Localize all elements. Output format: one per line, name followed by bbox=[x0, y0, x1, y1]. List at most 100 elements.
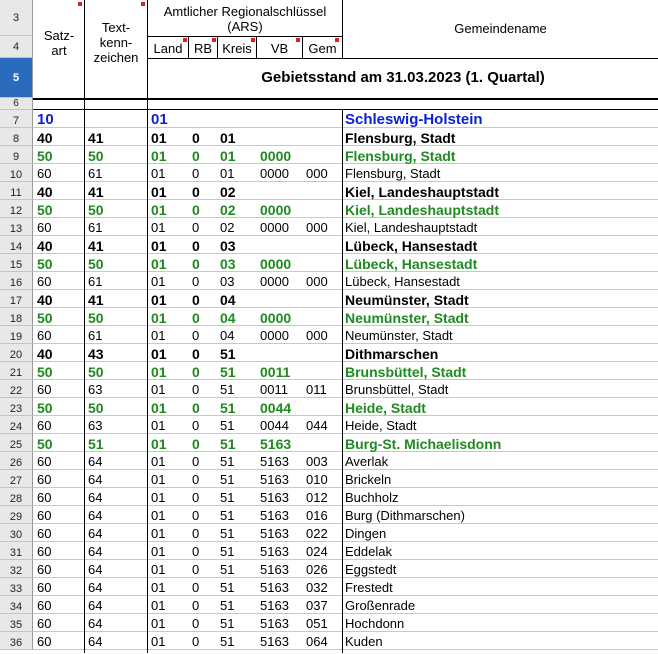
cell-vb[interactable]: 0000 bbox=[260, 327, 289, 345]
row-header[interactable]: 16 bbox=[0, 272, 33, 290]
cell-kreis[interactable]: 51 bbox=[220, 615, 234, 633]
cell-rb[interactable]: 0 bbox=[192, 471, 199, 489]
cell-land[interactable]: 01 bbox=[151, 309, 167, 327]
cell-satz[interactable]: 60 bbox=[37, 453, 51, 471]
cell-name[interactable]: Neumünster, Stadt bbox=[345, 309, 469, 327]
cell-text[interactable]: 64 bbox=[88, 561, 102, 579]
cell-land[interactable]: 01 bbox=[151, 471, 165, 489]
cell-rb[interactable]: 0 bbox=[192, 273, 199, 291]
cell-text[interactable]: 63 bbox=[88, 381, 102, 399]
cell-vb[interactable]: 5163 bbox=[260, 615, 289, 633]
cell-gem[interactable]: 051 bbox=[306, 615, 328, 633]
cell-rb[interactable]: 0 bbox=[192, 489, 199, 507]
cell-satz[interactable]: 50 bbox=[37, 255, 53, 273]
cell-name[interactable]: Heide, Stadt bbox=[345, 417, 417, 435]
row-header[interactable]: 25 bbox=[0, 434, 33, 452]
cell-kreis[interactable]: 04 bbox=[220, 309, 236, 327]
cell-name[interactable]: Dithmarschen bbox=[345, 345, 438, 363]
row-header[interactable]: 19 bbox=[0, 326, 33, 344]
cell-kreis[interactable]: 01 bbox=[220, 147, 236, 165]
cell-land[interactable]: 01 bbox=[151, 219, 165, 237]
cell-vb[interactable]: 5163 bbox=[260, 579, 289, 597]
cell-vb[interactable]: 5163 bbox=[260, 561, 289, 579]
header-textkennzeichen[interactable]: Text- kenn- zeichen bbox=[85, 20, 147, 65]
cell-kreis[interactable]: 03 bbox=[220, 255, 236, 273]
cell-satz[interactable]: 60 bbox=[37, 489, 51, 507]
row-header[interactable]: 7 bbox=[0, 110, 33, 128]
cell-satz[interactable]: 50 bbox=[37, 147, 53, 165]
cell-satz[interactable]: 50 bbox=[37, 435, 53, 453]
row-header[interactable]: 13 bbox=[0, 218, 33, 236]
header-satzart[interactable]: Satz- art bbox=[34, 28, 84, 58]
cell-text[interactable]: 63 bbox=[88, 417, 102, 435]
cell-land[interactable]: 01 bbox=[151, 273, 165, 291]
cell-name[interactable]: Flensburg, Stadt bbox=[345, 129, 455, 147]
cell-vb[interactable]: 0000 bbox=[260, 255, 291, 273]
cell-kreis[interactable]: 51 bbox=[220, 435, 236, 453]
cell-rb[interactable]: 0 bbox=[192, 363, 200, 381]
cell-satz[interactable]: 40 bbox=[37, 291, 53, 309]
cell-satz[interactable]: 60 bbox=[37, 543, 51, 561]
cell-text[interactable]: 41 bbox=[88, 129, 104, 147]
cell-text[interactable]: 50 bbox=[88, 255, 104, 273]
cell-vb[interactable]: 5163 bbox=[260, 435, 291, 453]
comment-marker-textkennzeichen[interactable] bbox=[141, 2, 145, 6]
cell-text[interactable]: 50 bbox=[88, 399, 104, 417]
cell-rb[interactable]: 0 bbox=[192, 309, 200, 327]
cell-gem[interactable]: 032 bbox=[306, 579, 328, 597]
cell-rb[interactable]: 0 bbox=[192, 291, 200, 309]
cell-kreis[interactable]: 04 bbox=[220, 291, 236, 309]
cell-satz[interactable]: 60 bbox=[37, 597, 51, 615]
cell-satz[interactable]: 60 bbox=[37, 615, 51, 633]
cell-satz[interactable]: 50 bbox=[37, 363, 53, 381]
row-header-3[interactable]: 3 bbox=[0, 0, 33, 36]
cell-text[interactable]: 50 bbox=[88, 201, 104, 219]
cell-rb[interactable]: 0 bbox=[192, 129, 200, 147]
cell-satz[interactable]: 40 bbox=[37, 183, 53, 201]
cell-name[interactable]: Averlak bbox=[345, 453, 388, 471]
cell-satz[interactable]: 40 bbox=[37, 237, 53, 255]
cell-satz[interactable]: 50 bbox=[37, 399, 53, 417]
cell-kreis[interactable]: 04 bbox=[220, 327, 234, 345]
cell-text[interactable]: 50 bbox=[88, 363, 104, 381]
cell-name[interactable]: Kiel, Landeshauptstadt bbox=[345, 183, 499, 201]
row-header-6[interactable]: 6 bbox=[0, 98, 33, 110]
row-header[interactable]: 26 bbox=[0, 452, 33, 470]
cell-gem[interactable]: 024 bbox=[306, 543, 328, 561]
cell-text[interactable]: 41 bbox=[88, 291, 104, 309]
cell-satz[interactable]: 40 bbox=[37, 129, 53, 147]
cell-text[interactable]: 41 bbox=[88, 237, 104, 255]
comment-marker-rb[interactable] bbox=[212, 38, 216, 42]
cell-gem[interactable]: 044 bbox=[306, 417, 328, 435]
cell-text[interactable]: 64 bbox=[88, 597, 102, 615]
cell-rb[interactable]: 0 bbox=[192, 399, 200, 417]
cell-gem[interactable]: 037 bbox=[306, 597, 328, 615]
cell-land[interactable]: 01 bbox=[151, 165, 165, 183]
cell-rb[interactable]: 0 bbox=[192, 345, 200, 363]
cell-rb[interactable]: 0 bbox=[192, 507, 199, 525]
row-header-4[interactable]: 4 bbox=[0, 36, 33, 58]
row-header[interactable]: 9 bbox=[0, 146, 33, 164]
cell-vb[interactable]: 0000 bbox=[260, 165, 289, 183]
cell-gem[interactable]: 000 bbox=[306, 219, 328, 237]
cell-land[interactable]: 01 bbox=[151, 417, 165, 435]
cell-gem[interactable]: 026 bbox=[306, 561, 328, 579]
comment-marker-gem[interactable] bbox=[335, 38, 339, 42]
cell-text[interactable]: 51 bbox=[88, 435, 104, 453]
cell-land[interactable]: 01 bbox=[151, 255, 167, 273]
cell-gem[interactable]: 022 bbox=[306, 525, 328, 543]
cell-land[interactable]: 01 bbox=[151, 345, 167, 363]
cell-name[interactable]: Brickeln bbox=[345, 471, 391, 489]
row-header[interactable]: 17 bbox=[0, 290, 33, 308]
header-land[interactable]: Land bbox=[148, 41, 188, 56]
cell-kreis[interactable]: 51 bbox=[220, 453, 234, 471]
cell-rb[interactable]: 0 bbox=[192, 183, 200, 201]
cell-vb[interactable]: 5163 bbox=[260, 507, 289, 525]
cell-gem[interactable]: 016 bbox=[306, 507, 328, 525]
cell-land[interactable]: 01 bbox=[151, 237, 167, 255]
cell-land[interactable]: 01 bbox=[151, 435, 167, 453]
cell-rb[interactable]: 0 bbox=[192, 579, 199, 597]
cell-satz[interactable]: 60 bbox=[37, 579, 51, 597]
cell-land[interactable]: 01 bbox=[151, 453, 165, 471]
header-rb[interactable]: RB bbox=[189, 41, 217, 56]
